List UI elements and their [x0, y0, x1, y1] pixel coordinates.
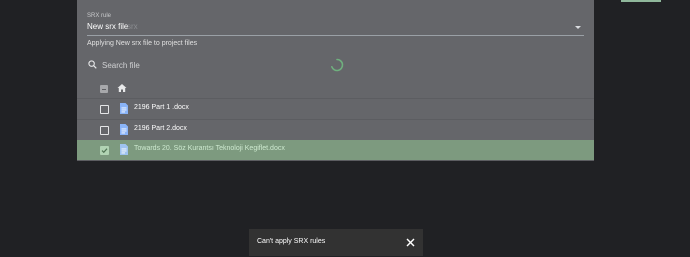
file-row-selected[interactable]: Towards 20. Söz Kurantsı Teknoloji Kegif…	[77, 140, 594, 161]
file-checkbox-checked[interactable]	[100, 146, 109, 155]
file-checkbox[interactable]	[100, 126, 109, 135]
docx-file-icon	[120, 103, 128, 114]
select-all-checkbox[interactable]	[100, 85, 108, 93]
file-name: 2196 Part 1 .docx	[134, 104, 189, 111]
loading-spinner-icon	[331, 58, 344, 72]
file-search-bar	[77, 55, 594, 77]
close-icon[interactable]	[405, 237, 416, 248]
search-icon	[88, 60, 97, 69]
dropdown-arrow-icon[interactable]	[575, 26, 581, 29]
file-row[interactable]: 2196 Part 1 .docx	[77, 99, 594, 120]
srx-rule-value: New srx file	[87, 22, 129, 31]
file-checkbox[interactable]	[100, 105, 109, 114]
checkmark-icon	[101, 148, 108, 154]
srx-rule-label: SRX rule	[87, 13, 112, 19]
file-name: 2196 Part 2.docx	[134, 125, 187, 132]
file-name: Towards 20. Söz Kurantsı Teknoloji Kegif…	[134, 145, 285, 152]
srx-rule-faded-text: srx	[127, 22, 138, 31]
snackbar: Can't apply SRX rules	[249, 229, 423, 256]
applying-status-text: Applying New srx file to project files	[87, 40, 198, 47]
file-row[interactable]: 2196 Part 2.docx	[77, 120, 594, 141]
snackbar-message: Can't apply SRX rules	[257, 238, 326, 245]
docx-file-icon	[120, 144, 128, 155]
docx-file-icon	[120, 124, 128, 135]
search-input[interactable]	[102, 59, 302, 72]
home-icon[interactable]	[117, 83, 127, 93]
dialog-action-button[interactable]	[621, 0, 661, 2]
srx-dialog: SRX rule New srx file srx Applying New s…	[77, 0, 661, 161]
srx-rule-select[interactable]: New srx file srx	[87, 22, 584, 36]
file-list-header	[77, 79, 594, 99]
